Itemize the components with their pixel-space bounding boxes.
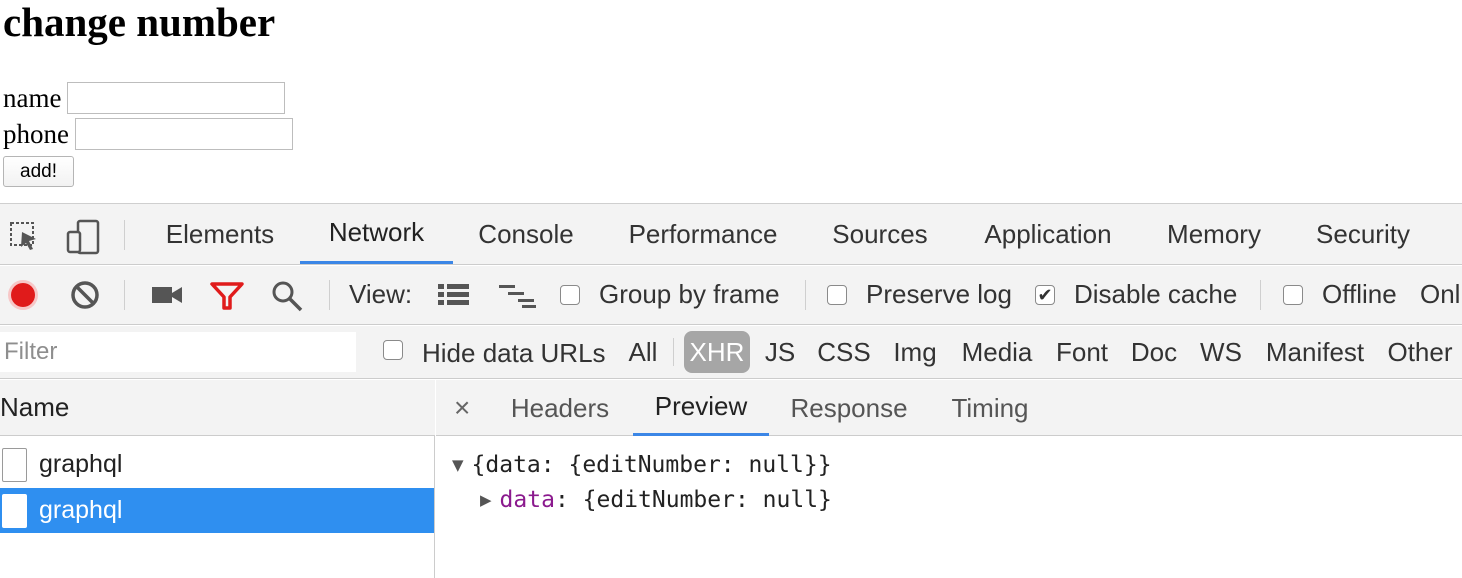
toolbar-divider xyxy=(805,280,806,310)
phone-row: phone xyxy=(3,118,293,150)
devtools-tab-bar: Elements Network Console Performance Sou… xyxy=(0,204,1462,265)
name-row: name xyxy=(3,82,286,114)
toolbar-divider xyxy=(1260,280,1261,310)
expanded-triangle-icon[interactable]: ▼ xyxy=(452,456,464,474)
filter-bar: Hide data URLs All XHR JS CSS Img Media … xyxy=(0,326,1462,379)
toolbar-divider xyxy=(124,280,125,310)
request-row-selected[interactable]: graphql xyxy=(0,488,434,533)
json-key: data xyxy=(499,487,555,513)
tab-performance[interactable]: Performance xyxy=(606,204,800,264)
name-label: name xyxy=(3,82,62,113)
tab-timing[interactable]: Timing xyxy=(936,380,1044,436)
throttling-select-truncated[interactable]: Onl xyxy=(1420,279,1460,310)
record-icon[interactable] xyxy=(7,279,39,311)
filter-icon[interactable] xyxy=(209,280,245,312)
name-column-header[interactable]: Name xyxy=(0,380,435,436)
tab-headers[interactable]: Headers xyxy=(498,380,622,436)
tab-preview[interactable]: Preview xyxy=(633,380,769,436)
preserve-log-checkbox[interactable] xyxy=(827,285,847,305)
offline-label: Offline xyxy=(1322,279,1397,309)
request-detail-panel: × Headers Preview Response Timing ▼ {dat… xyxy=(436,380,1462,578)
page-title: change number xyxy=(3,0,276,45)
toolbar-divider xyxy=(673,338,674,366)
phone-input[interactable] xyxy=(74,118,293,150)
type-filter-img[interactable]: Img xyxy=(889,331,941,373)
request-list: Name graphql graphql xyxy=(0,380,435,578)
json-separator: : xyxy=(554,487,583,513)
hide-data-urls-label: Hide data URLs xyxy=(422,338,606,368)
tab-memory[interactable]: Memory xyxy=(1146,204,1282,264)
type-filter-ws[interactable]: WS xyxy=(1195,331,1247,373)
search-icon[interactable] xyxy=(270,279,304,313)
tab-response[interactable]: Response xyxy=(778,380,920,436)
collapsed-triangle-icon[interactable]: ▶ xyxy=(480,491,492,509)
json-child-node[interactable]: ▶ data : {editNumber: null} xyxy=(480,487,832,513)
type-filter-js[interactable]: JS xyxy=(760,331,800,373)
document-icon xyxy=(2,493,27,528)
type-filter-font[interactable]: Font xyxy=(1052,331,1112,373)
close-icon[interactable]: × xyxy=(454,392,470,424)
document-icon xyxy=(2,447,27,482)
tab-console[interactable]: Console xyxy=(458,204,594,264)
type-filter-media[interactable]: Media xyxy=(955,331,1039,373)
group-by-frame-label: Group by frame xyxy=(599,279,780,309)
devtools-panel: Elements Network Console Performance Sou… xyxy=(0,203,1462,578)
type-filter-doc[interactable]: Doc xyxy=(1125,331,1183,373)
json-root-node[interactable]: ▼ {data: {editNumber: null}} xyxy=(452,452,832,478)
type-filter-xhr[interactable]: XHR xyxy=(684,331,750,373)
clear-icon[interactable] xyxy=(69,279,101,311)
tab-application[interactable]: Application xyxy=(962,204,1134,264)
request-name: graphql xyxy=(39,496,123,524)
toolbar-divider xyxy=(124,220,125,250)
tab-security[interactable]: Security xyxy=(1296,204,1430,264)
hide-data-urls-checkbox[interactable] xyxy=(383,340,403,360)
filter-input[interactable] xyxy=(0,332,356,372)
name-input[interactable] xyxy=(67,82,286,114)
type-filter-css[interactable]: CSS xyxy=(814,331,874,373)
request-row[interactable]: graphql xyxy=(0,442,434,487)
inspect-element-icon[interactable] xyxy=(8,219,42,253)
tab-sources[interactable]: Sources xyxy=(812,204,948,264)
json-child-value: {editNumber: null} xyxy=(582,487,832,513)
toolbar-divider xyxy=(329,280,330,310)
offline-checkbox[interactable] xyxy=(1283,285,1303,305)
disable-cache-label: Disable cache xyxy=(1074,279,1238,309)
network-toolbar: View: Group by frame Preserve log ✔ Disa… xyxy=(0,266,1462,325)
preserve-log-label: Preserve log xyxy=(866,279,1012,309)
request-name: graphql xyxy=(39,450,123,478)
capture-screenshots-icon[interactable] xyxy=(150,280,184,310)
phone-label: phone xyxy=(3,118,69,149)
tab-network[interactable]: Network xyxy=(300,204,453,264)
disable-cache-checkbox[interactable]: ✔ xyxy=(1035,285,1055,305)
type-filter-other[interactable]: Other xyxy=(1383,331,1457,373)
checkmark-icon: ✔ xyxy=(1037,285,1053,305)
json-root-value: {data: {editNumber: null}} xyxy=(471,452,832,478)
device-toolbar-icon[interactable] xyxy=(64,218,102,256)
type-filter-manifest[interactable]: Manifest xyxy=(1260,331,1370,373)
view-label: View: xyxy=(349,279,413,309)
large-request-rows-icon[interactable] xyxy=(437,281,471,309)
detail-tab-bar: × Headers Preview Response Timing xyxy=(436,380,1462,436)
waterfall-overview-icon[interactable] xyxy=(498,281,538,309)
add-button[interactable]: add! xyxy=(3,156,74,187)
group-by-frame-checkbox[interactable] xyxy=(560,285,580,305)
type-filter-all[interactable]: All xyxy=(624,331,662,373)
tab-elements[interactable]: Elements xyxy=(146,204,294,264)
